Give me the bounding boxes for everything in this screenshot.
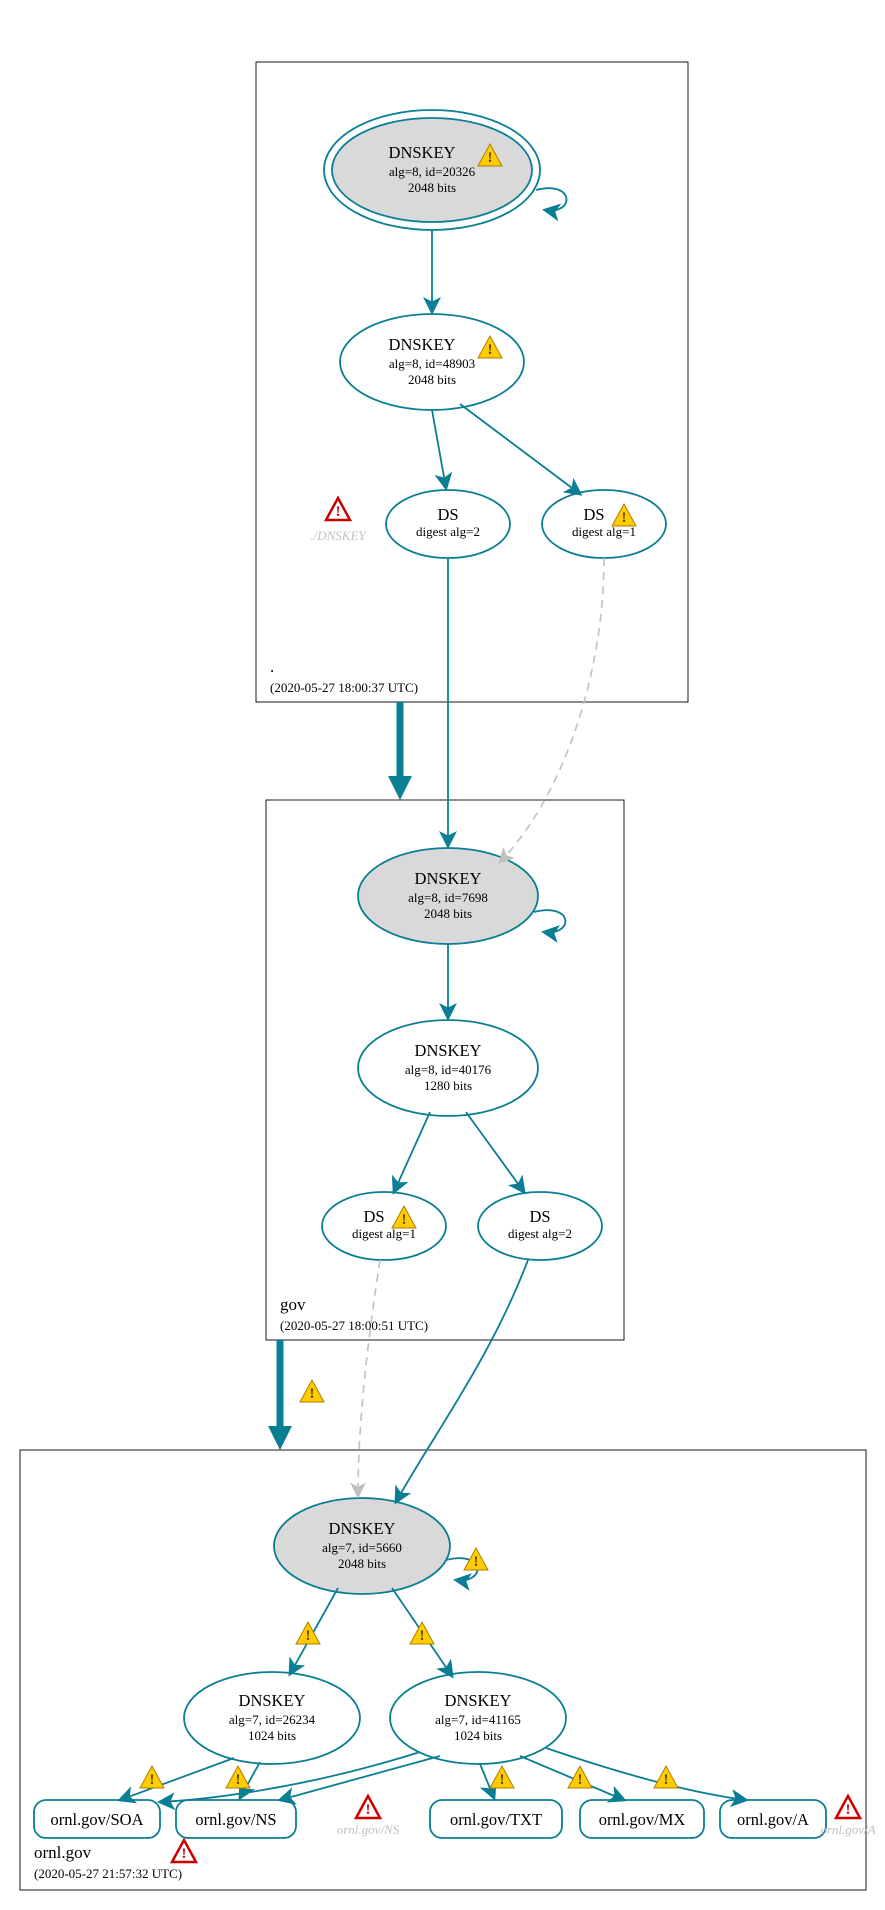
node-gov-ds2[interactable]: DS digest alg=2	[478, 1192, 602, 1260]
zone-root-name: .	[270, 657, 274, 676]
svg-text:!: !	[236, 1772, 241, 1788]
text: alg=7, id=26234	[229, 1712, 316, 1727]
text: DS	[437, 505, 458, 524]
text: digest alg=2	[508, 1226, 572, 1241]
zone-ornl-timestamp: (2020-05-27 21:57:32 UTC)	[34, 1866, 182, 1881]
edge-selfloop	[534, 910, 565, 932]
svg-text:!: !	[306, 1628, 311, 1644]
text: 2048 bits	[338, 1556, 386, 1571]
svg-text:!: !	[578, 1772, 583, 1788]
edge	[460, 404, 580, 494]
text: ornl.gov/MX	[599, 1810, 686, 1829]
zone-gov-name: gov	[280, 1295, 306, 1314]
warn-icon: !	[140, 1766, 164, 1788]
text: DNSKEY	[329, 1519, 396, 1538]
node-root-ds2[interactable]: DS digest alg=2	[386, 490, 510, 558]
zone-root-timestamp: (2020-05-27 18:00:37 UTC)	[270, 680, 418, 695]
svg-text:!: !	[488, 342, 493, 358]
text: ornl.gov/A	[737, 1810, 809, 1829]
text: 2048 bits	[424, 906, 472, 921]
zone-gov-timestamp: (2020-05-27 18:00:51 UTC)	[280, 1318, 428, 1333]
text: 1024 bits	[248, 1728, 296, 1743]
text: DNSKEY	[239, 1691, 306, 1710]
text: ornl.gov/SOA	[50, 1810, 143, 1829]
svg-text:!: !	[150, 1772, 155, 1788]
svg-text:!: !	[366, 1802, 371, 1818]
edge	[432, 410, 446, 488]
text: DNSKEY	[389, 335, 456, 354]
node-ornl-zsk1[interactable]: DNSKEY alg=7, id=26234 1024 bits	[184, 1672, 360, 1764]
svg-text:!: !	[336, 504, 341, 520]
node-ornl-zsk2[interactable]: DNSKEY alg=7, id=41165 1024 bits	[390, 1672, 566, 1764]
rr-ns[interactable]: ornl.gov/NS	[176, 1800, 296, 1838]
svg-text:!: !	[846, 1802, 851, 1818]
text: DNSKEY	[415, 869, 482, 888]
ghost-root-dnskey: ./DNSKEY	[310, 528, 367, 543]
svg-text:!: !	[488, 150, 493, 166]
edge	[466, 1112, 524, 1192]
zone-ornl-name: ornl.gov	[34, 1843, 92, 1862]
text: ornl.gov/TXT	[450, 1810, 542, 1829]
text: alg=8, id=48903	[389, 356, 475, 371]
edge	[394, 1112, 430, 1192]
node-gov-zsk[interactable]: DNSKEY alg=8, id=40176 1280 bits	[358, 1020, 538, 1116]
text: 2048 bits	[408, 180, 456, 195]
edge	[290, 1588, 338, 1674]
rr-soa[interactable]: ornl.gov/SOA	[34, 1800, 160, 1838]
text: digest alg=2	[416, 524, 480, 539]
rr-a[interactable]: ornl.gov/A	[720, 1800, 826, 1838]
error-icon: !	[356, 1796, 380, 1818]
text: alg=7, id=41165	[435, 1712, 521, 1727]
error-icon: !	[836, 1796, 860, 1818]
node-root-ds1[interactable]: DS digest alg=1	[542, 490, 666, 558]
svg-text:!: !	[622, 510, 627, 526]
edge-dashed	[358, 1260, 380, 1496]
text: 1280 bits	[424, 1078, 472, 1093]
edge	[280, 1756, 440, 1800]
svg-text:!: !	[420, 1628, 425, 1644]
edge	[396, 1260, 528, 1502]
rr-txt[interactable]: ornl.gov/TXT	[430, 1800, 562, 1838]
error-icon: !	[172, 1840, 196, 1862]
svg-text:!: !	[474, 1554, 479, 1570]
edge	[520, 1756, 624, 1800]
text: alg=8, id=20326	[389, 164, 476, 179]
text: DNSKEY	[389, 143, 456, 162]
svg-text:!: !	[182, 1846, 187, 1862]
edge-selfloop	[536, 188, 566, 210]
svg-text:!: !	[310, 1386, 315, 1402]
svg-text:!: !	[664, 1772, 669, 1788]
node-ornl-ksk[interactable]: DNSKEY alg=7, id=5660 2048 bits	[274, 1498, 450, 1594]
ghost-ornl-a: ornl.gov/A	[820, 1822, 875, 1837]
text: DS	[583, 505, 604, 524]
warn-icon: !	[654, 1766, 678, 1788]
node-gov-ksk[interactable]: DNSKEY alg=8, id=7698 2048 bits	[358, 848, 538, 944]
warn-icon: !	[300, 1380, 324, 1402]
text: DS	[363, 1207, 384, 1226]
svg-text:!: !	[402, 1212, 407, 1228]
node-gov-ds1[interactable]: DS digest alg=1	[322, 1192, 446, 1260]
ghost-ornl-ns: ornl.gov/NS	[337, 1822, 400, 1837]
edge	[480, 1764, 494, 1798]
text: alg=8, id=7698	[408, 890, 488, 905]
text: DS	[529, 1207, 550, 1226]
warn-icon: !	[226, 1766, 250, 1788]
text: ornl.gov/NS	[195, 1810, 276, 1829]
warn-icon: !	[490, 1766, 514, 1788]
text: 1024 bits	[454, 1728, 502, 1743]
error-icon: !	[326, 498, 350, 520]
text: alg=7, id=5660	[322, 1540, 402, 1555]
svg-text:!: !	[500, 1772, 505, 1788]
edge-dashed	[500, 558, 604, 862]
warn-icon: !	[410, 1622, 434, 1644]
node-root-zsk[interactable]: DNSKEY alg=8, id=48903 2048 bits	[340, 314, 524, 410]
text: 2048 bits	[408, 372, 456, 387]
text: DNSKEY	[445, 1691, 512, 1710]
edge	[120, 1758, 234, 1800]
rr-mx[interactable]: ornl.gov/MX	[580, 1800, 704, 1838]
text: alg=8, id=40176	[405, 1062, 492, 1077]
node-root-ksk[interactable]: DNSKEY alg=8, id=20326 2048 bits	[324, 110, 540, 230]
text: DNSKEY	[415, 1041, 482, 1060]
